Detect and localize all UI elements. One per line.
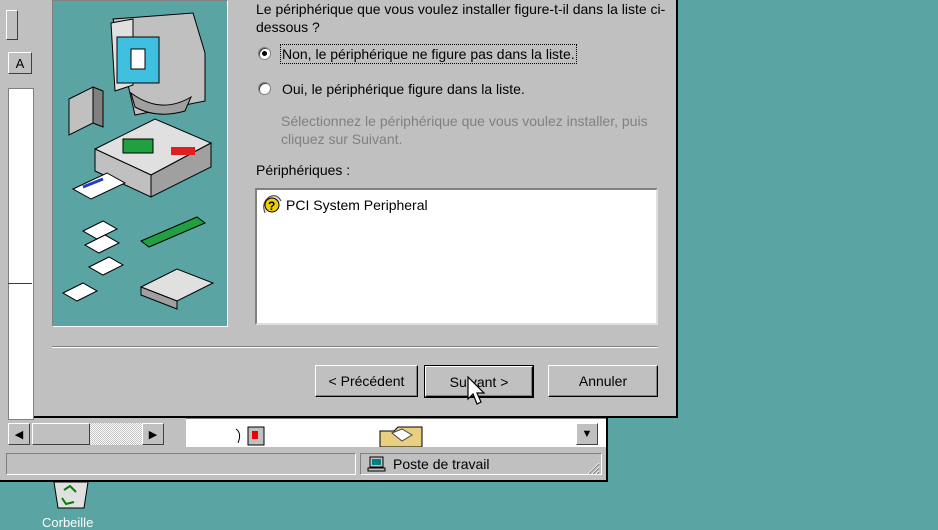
option-yes-label[interactable]: Oui, le périphérique figure dans la list… xyxy=(282,80,525,98)
file-pane[interactable]: ▼ xyxy=(186,418,606,447)
status-cell xyxy=(6,453,356,475)
devices-listbox[interactable]: ? PCI System Peripheral xyxy=(255,188,658,325)
resize-grip-icon[interactable] xyxy=(586,461,600,475)
toolbar-button[interactable] xyxy=(6,10,18,40)
unknown-device-icon: ? xyxy=(263,195,282,214)
scroll-track[interactable] xyxy=(90,423,142,445)
device-name[interactable]: PCI System Peripheral xyxy=(286,197,428,213)
divider xyxy=(8,283,32,284)
computer-hardware-icon xyxy=(61,12,215,310)
mouse-cursor-icon xyxy=(467,376,486,405)
recycle-bin-icon[interactable] xyxy=(50,482,92,512)
scroll-down-button[interactable]: ▼ xyxy=(576,423,598,445)
toolbar-button-a[interactable]: A xyxy=(8,52,32,74)
list-item[interactable]: ? PCI System Peripheral xyxy=(261,195,428,215)
scroll-right-button[interactable]: ▶ xyxy=(142,423,164,445)
hint-text: Sélectionnez le périphérique que vous vo… xyxy=(281,113,648,147)
devices-label: Périphériques : xyxy=(256,162,351,178)
status-computer-label: Poste de travail xyxy=(393,456,490,472)
svg-text:?: ? xyxy=(268,199,275,213)
scroll-left-button[interactable]: ◀ xyxy=(8,423,30,445)
scroll-thumb[interactable] xyxy=(32,423,90,445)
printer-icon[interactable] xyxy=(234,425,270,447)
option-no-label[interactable]: Non, le périphérique ne figure pas dans … xyxy=(280,44,577,64)
recycle-bin-label[interactable]: Corbeille xyxy=(42,516,93,530)
question-text: Le périphérique que vous voulez installe… xyxy=(256,1,666,35)
radio-no[interactable] xyxy=(258,47,271,60)
back-button[interactable]: < Précédent xyxy=(315,365,418,397)
status-bar: Poste de travail xyxy=(6,451,604,477)
tree-pane[interactable] xyxy=(8,88,34,420)
hardware-illustration xyxy=(52,0,228,327)
option-no-text[interactable]: Non, le périphérique ne figure pas dans … xyxy=(280,44,577,64)
radio-yes[interactable] xyxy=(258,82,271,95)
cancel-button[interactable]: Annuler xyxy=(548,365,658,397)
folder-icon[interactable] xyxy=(378,423,426,447)
separator xyxy=(52,346,658,348)
status-cell-computer: Poste de travail xyxy=(360,453,602,475)
computer-icon xyxy=(367,456,386,472)
